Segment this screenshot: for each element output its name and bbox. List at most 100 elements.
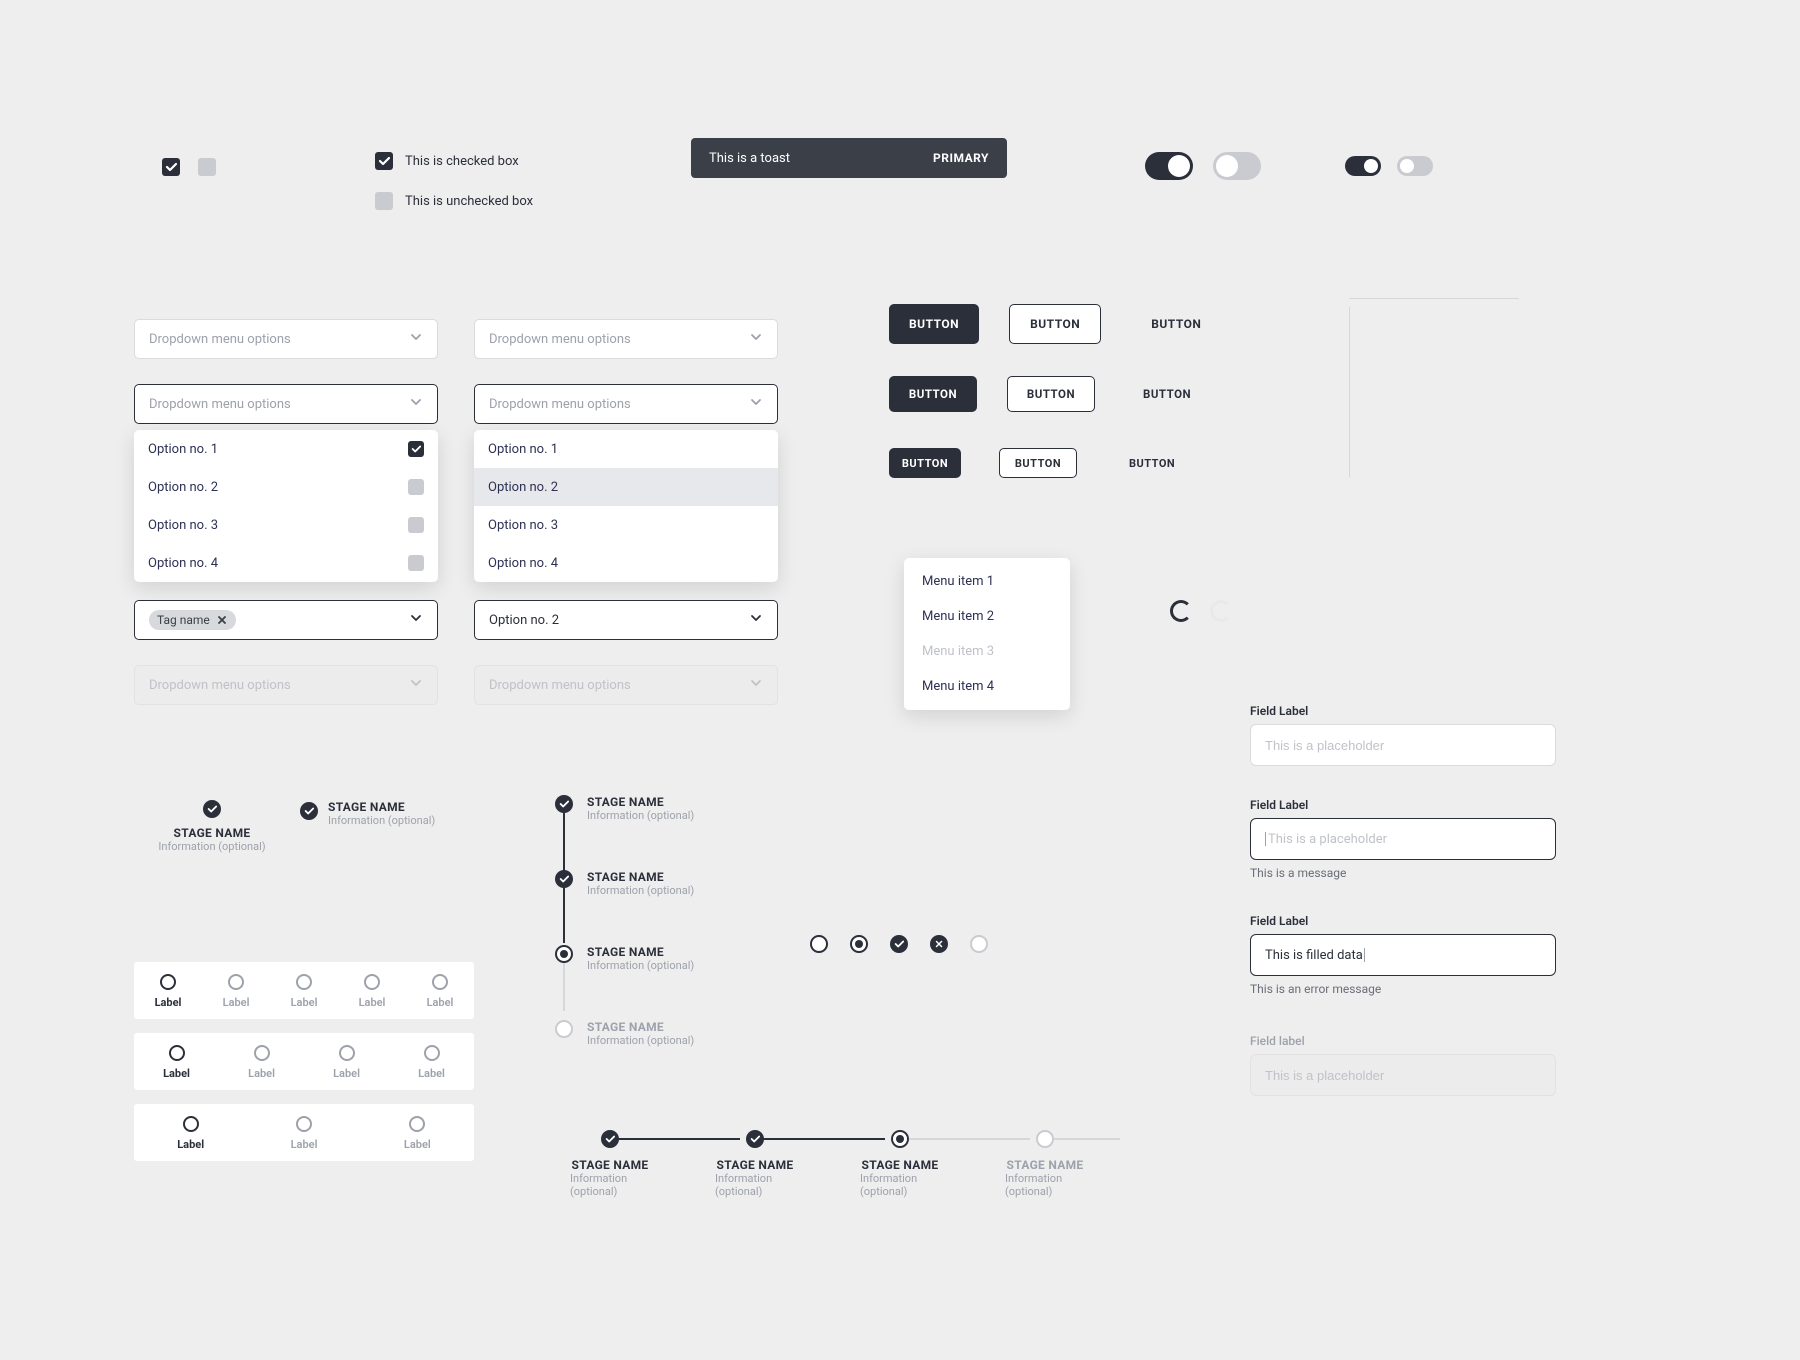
dropdown-open-multi[interactable]: Dropdown menu options [134,384,438,424]
toggle-large-on[interactable] [1145,152,1193,180]
dropdown-open-single[interactable]: Dropdown menu options [474,384,778,424]
dropdown-option[interactable]: Option no. 1 [474,430,778,468]
stage-info: Information (optional) [860,1172,940,1198]
radio[interactable] [432,974,448,990]
stage-name: STAGE NAME [587,945,694,959]
dropdown-option-selected[interactable]: Option no. 2 [474,468,778,506]
caret-icon [1364,948,1365,962]
toggle-large-off[interactable] [1213,152,1261,180]
close-icon[interactable] [216,614,228,626]
dropdown-option[interactable]: Option no. 3 [134,506,438,544]
dropdown-option[interactable]: Option no. 1 [134,430,438,468]
button-primary-lg[interactable]: BUTTON [889,304,979,344]
toast-message: This is a toast [709,151,790,166]
radio[interactable] [409,1116,425,1132]
dropdown-selected[interactable]: Option no. 2 [474,600,778,640]
menu-item[interactable]: Menu item 1 [904,564,1070,599]
radio[interactable] [364,974,380,990]
radio[interactable] [339,1045,355,1061]
toast: This is a toast PRIMARY [691,138,1007,178]
menu-item[interactable]: Menu item 2 [904,599,1070,634]
chevron-down-icon [409,330,423,348]
chevron-down-icon [749,611,763,629]
button-secondary-sm[interactable]: BUTTON [999,448,1077,478]
step-current-icon [555,945,573,963]
menu-item[interactable]: Menu item 4 [904,669,1070,704]
stage-info: Information (optional) [587,809,694,822]
menu-item-disabled: Menu item 3 [904,634,1070,669]
text-input-disabled [1250,1054,1556,1096]
tag[interactable]: Tag name [149,610,236,630]
stage-info: Information (optional) [587,1034,694,1047]
button-secondary-md[interactable]: BUTTON [1007,376,1095,412]
dropdown-option[interactable]: Option no. 4 [474,544,778,582]
button-primary-md[interactable]: BUTTON [889,376,977,412]
radio[interactable] [169,1045,185,1061]
dropdown-disabled: Dropdown menu options [134,665,438,705]
chevron-down-icon [749,395,763,413]
stage-info: Information (optional) [152,840,272,853]
radio[interactable] [160,974,176,990]
stage-info: Information (optional) [328,814,435,827]
dropdown-closed[interactable]: Dropdown menu options [474,319,778,359]
stage-info: Information (optional) [1005,1172,1085,1198]
button-ghost-md[interactable]: BUTTON [1125,376,1209,412]
step-upcoming-icon [1036,1130,1054,1148]
button-ghost-sm[interactable]: BUTTON [1115,448,1189,478]
radio[interactable] [228,974,244,990]
checkbox-labeled-unchecked[interactable] [375,192,393,210]
toggle-small-on[interactable] [1345,156,1381,176]
chevron-down-icon [409,676,423,694]
checkbox-checked[interactable] [162,158,180,176]
dropdown-options-panel: Option no. 1 Option no. 2 Option no. 3 O… [474,430,778,582]
helper-message: This is a message [1250,866,1556,880]
field-label: Field Label [1250,798,1556,812]
checkbox-unchecked[interactable] [198,158,216,176]
stage-name: STAGE NAME [587,795,694,809]
toggle-small-off[interactable] [1397,156,1433,176]
caret-icon [1265,832,1266,846]
step-complete-icon [203,800,221,818]
field-label: Field Label [1250,704,1556,718]
radio[interactable] [183,1116,199,1132]
button-primary-sm[interactable]: BUTTON [889,448,961,478]
placeholder-text: This is a placeholder [1268,832,1387,847]
dropdown-value: Option no. 2 [489,613,559,628]
dropdown-option[interactable]: Option no. 2 [134,468,438,506]
button-ghost-lg[interactable]: BUTTON [1131,304,1221,344]
chevron-down-icon [749,676,763,694]
chevron-down-icon [409,395,423,413]
dropdown-closed[interactable]: Dropdown menu options [134,319,438,359]
radio[interactable] [296,974,312,990]
stage-name: STAGE NAME [1007,1158,1084,1172]
dropdown-option[interactable]: Option no. 4 [134,544,438,582]
input-value: This is filled data [1265,948,1363,963]
stage-info: Information (optional) [587,884,694,897]
text-input-filled[interactable]: This is filled data [1250,934,1556,976]
option-checkbox-checked [408,441,424,457]
button-secondary-lg[interactable]: BUTTON [1009,304,1101,344]
dropdown-with-tag[interactable]: Tag name [134,600,438,640]
dropdown-placeholder: Dropdown menu options [149,678,291,693]
text-input-focused[interactable]: This is a placeholder [1250,818,1556,860]
text-input-default[interactable] [1250,724,1556,766]
dropdown-option[interactable]: Option no. 3 [474,506,778,544]
option-checkbox-unchecked [408,555,424,571]
checkbox-label: This is unchecked box [405,194,533,209]
step-complete-icon [601,1130,619,1148]
checkbox-labeled-checked[interactable] [375,152,393,170]
dropdown-placeholder: Dropdown menu options [489,397,631,412]
marker-upcoming [970,935,988,953]
radio[interactable] [424,1045,440,1061]
step-complete-icon [555,870,573,888]
radio-row-4: Label Label Label Label [134,1033,474,1090]
radio[interactable] [296,1116,312,1132]
step-complete-icon [300,802,318,820]
stage-name: STAGE NAME [587,1020,694,1034]
divider-vertical [1349,307,1350,477]
radio[interactable] [254,1045,270,1061]
dropdown-placeholder: Dropdown menu options [149,332,291,347]
option-checkbox-unchecked [408,479,424,495]
toast-action[interactable]: PRIMARY [933,151,989,165]
stage-name: STAGE NAME [587,870,694,884]
